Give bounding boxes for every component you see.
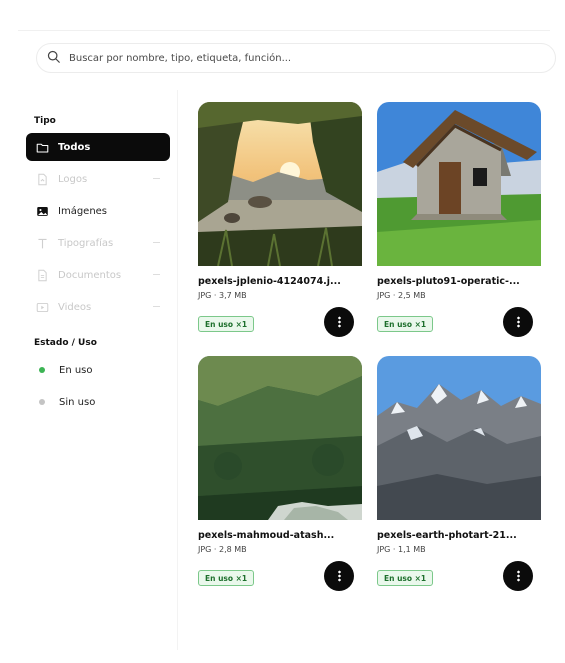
document-icon: [36, 269, 49, 282]
filter-item-logos[interactable]: Logos: [26, 165, 170, 193]
asset-card[interactable]: pexels-jplenio-4124074.j... JPG · 3,7 MB…: [198, 102, 362, 337]
filter-item-videos[interactable]: Videos: [26, 293, 170, 321]
filter-item-label: Logos: [58, 173, 88, 185]
filter-item-label: Todos: [58, 141, 91, 153]
unavailable-dash: [153, 274, 160, 275]
more-options-button[interactable]: [324, 561, 354, 591]
filter-item-imagenes[interactable]: Imágenes: [26, 197, 170, 225]
search-input[interactable]: [69, 52, 509, 64]
asset-name: pexels-mahmoud-atash...: [198, 530, 335, 541]
status-item-label: En uso: [59, 364, 93, 376]
filter-item-label: Tipografías: [58, 237, 114, 249]
filter-item-documentos[interactable]: Documentos: [26, 261, 170, 289]
filter-item-label: Documentos: [58, 269, 122, 281]
asset-meta: JPG · 2,8 MB: [198, 545, 247, 554]
type-icon: [36, 237, 49, 250]
more-vertical-icon: [337, 316, 341, 328]
asset-thumbnail-snowy-mountains[interactable]: [377, 356, 541, 520]
top-divider: [18, 30, 550, 31]
more-vertical-icon: [516, 316, 520, 328]
status-dot-green: [39, 367, 45, 373]
filter-item-label: Imágenes: [58, 205, 108, 217]
file-icon: [36, 173, 49, 186]
type-section-title: Tipo: [34, 116, 56, 126]
asset-card[interactable]: pexels-mahmoud-atash... JPG · 2,8 MB En …: [198, 356, 362, 591]
status-section-title: Estado / Uso: [34, 338, 97, 348]
usage-badge: En uso ×1: [377, 316, 434, 332]
folder-icon: [36, 141, 49, 154]
sidebar-divider: [177, 90, 178, 650]
asset-thumbnail-forest-valley[interactable]: [198, 356, 362, 520]
unavailable-dash: [153, 306, 160, 307]
asset-thumbnail-stone-hut[interactable]: [377, 102, 541, 266]
more-vertical-icon: [337, 570, 341, 582]
more-vertical-icon: [516, 570, 520, 582]
asset-card[interactable]: pexels-pluto91-operatic-... JPG · 2,5 MB…: [377, 102, 541, 337]
asset-name: pexels-earth-photart-21...: [377, 530, 517, 541]
usage-badge: En uso ×1: [377, 570, 434, 586]
asset-thumbnail-lake-sunset[interactable]: [198, 102, 362, 266]
status-dot-gray: [39, 399, 45, 405]
video-icon: [36, 301, 49, 314]
status-item-sin-uso[interactable]: Sin uso: [26, 392, 95, 412]
usage-badge: En uso ×1: [198, 570, 255, 586]
filter-item-tipografias[interactable]: Tipografías: [26, 229, 170, 257]
filter-item-todos[interactable]: Todos: [26, 133, 170, 161]
status-item-en-uso[interactable]: En uso: [26, 360, 93, 380]
asset-card[interactable]: pexels-earth-photart-21... JPG · 1,1 MB …: [377, 356, 541, 591]
asset-meta: JPG · 3,7 MB: [198, 291, 247, 300]
asset-meta: JPG · 2,5 MB: [377, 291, 426, 300]
image-icon: [36, 205, 49, 218]
search-bar[interactable]: [36, 43, 556, 73]
filter-item-label: Videos: [58, 301, 92, 313]
unavailable-dash: [153, 178, 160, 179]
asset-name: pexels-jplenio-4124074.j...: [198, 276, 341, 287]
more-options-button[interactable]: [503, 561, 533, 591]
status-item-label: Sin uso: [59, 396, 96, 408]
search-icon: [47, 49, 61, 68]
asset-meta: JPG · 1,1 MB: [377, 545, 426, 554]
usage-badge: En uso ×1: [198, 316, 255, 332]
more-options-button[interactable]: [503, 307, 533, 337]
asset-name: pexels-pluto91-operatic-...: [377, 276, 520, 287]
unavailable-dash: [153, 242, 160, 243]
more-options-button[interactable]: [324, 307, 354, 337]
